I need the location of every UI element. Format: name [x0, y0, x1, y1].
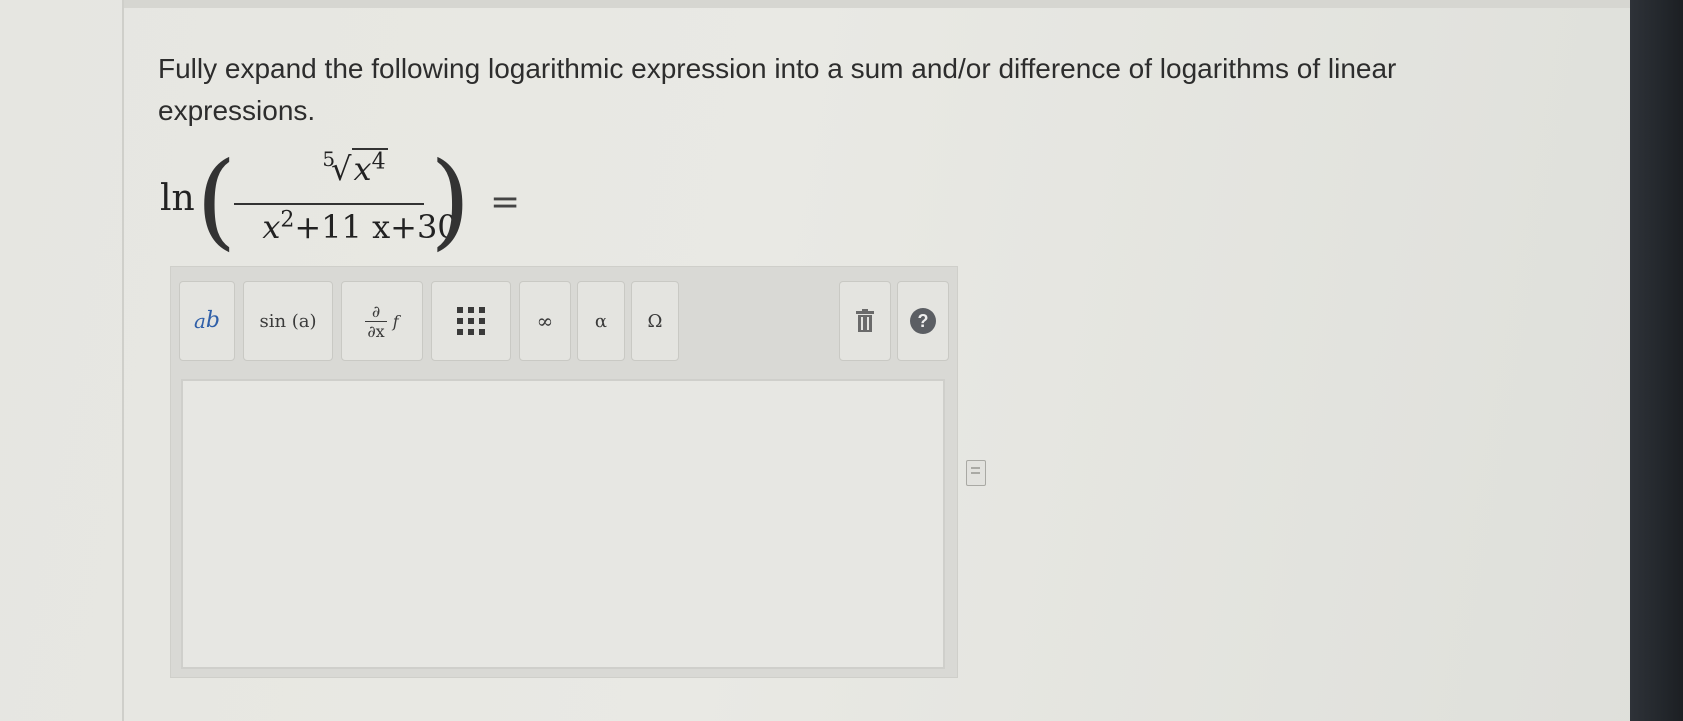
screen-bezel: [1630, 0, 1683, 721]
trig-button[interactable]: sin (a): [243, 281, 333, 361]
trash-icon: [856, 309, 874, 332]
power-button[interactable]: ab: [179, 281, 235, 361]
scratchpad-icon[interactable]: [966, 460, 986, 486]
ln-symbol: ln: [160, 178, 195, 219]
derivative-fraction: ∂ ∂x: [365, 301, 387, 341]
question-text: Fully expand the following logarithmic e…: [158, 53, 1397, 126]
infinity-button[interactable]: ∞: [519, 281, 571, 361]
top-border: [124, 0, 1634, 8]
root-index: 5: [322, 147, 336, 171]
math-toolbar: ab sin (a) ∂ ∂x f ∞ α Ω ?: [171, 267, 957, 377]
equals-sign: =: [490, 182, 521, 223]
derivative-button[interactable]: ∂ ∂x f: [341, 281, 423, 361]
fraction: 5√x4 x2+11 x+30: [230, 147, 600, 258]
help-icon: ?: [910, 308, 936, 334]
left-border: [122, 0, 124, 721]
matrix-icon: [457, 307, 485, 335]
math-editor: ab sin (a) ∂ ∂x f ∞ α Ω ?: [170, 266, 958, 678]
help-button[interactable]: ?: [897, 281, 949, 361]
greek-lowercase-button[interactable]: α: [577, 281, 625, 361]
close-paren: ): [430, 139, 471, 261]
matrix-button[interactable]: [431, 281, 511, 361]
fraction-bar: [234, 203, 424, 205]
radicand: x4: [351, 148, 388, 188]
greek-uppercase-button[interactable]: Ω: [631, 281, 679, 361]
answer-input-area[interactable]: [181, 379, 945, 669]
trash-button[interactable]: [839, 281, 891, 361]
